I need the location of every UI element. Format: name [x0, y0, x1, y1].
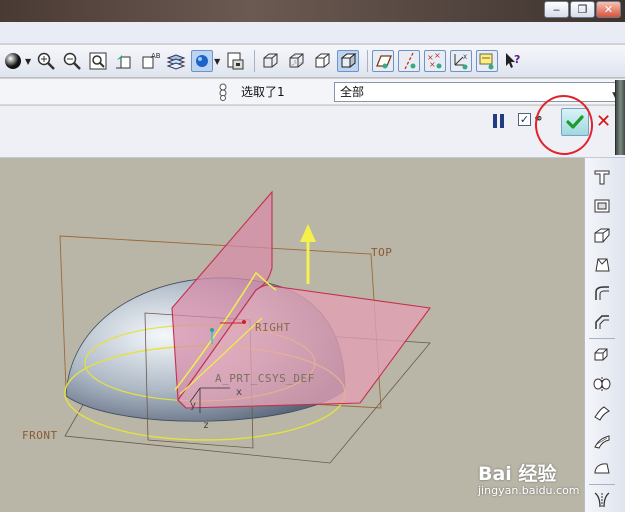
- menu-bar: [0, 22, 625, 44]
- sweep-icon[interactable]: [589, 401, 615, 423]
- csys-label[interactable]: A_PRT_CSYS_DEF: [215, 372, 315, 385]
- svg-text:?: ?: [514, 53, 520, 66]
- csys-y-label: y: [190, 400, 197, 411]
- svg-text:AB: AB: [151, 52, 160, 60]
- chevron-down-icon[interactable]: ▼: [214, 57, 220, 66]
- pause-icon[interactable]: [493, 114, 507, 128]
- zoom-in-icon[interactable]: [35, 50, 57, 72]
- annotations-icon[interactable]: [476, 50, 499, 72]
- chamfer-icon[interactable]: [589, 311, 615, 333]
- datum-label-front[interactable]: FRONT: [22, 429, 58, 442]
- filter-value: 全部: [340, 85, 365, 99]
- shading-sphere-icon[interactable]: [2, 50, 24, 72]
- shell-icon[interactable]: [589, 195, 615, 217]
- selection-filter-icon: [219, 83, 227, 101]
- csys-z-label: z: [203, 420, 210, 431]
- rib-icon[interactable]: [589, 224, 615, 246]
- toolbar-divider: [589, 338, 615, 339]
- layers-icon[interactable]: [165, 50, 187, 72]
- svg-text:×: ×: [434, 51, 441, 60]
- side-scrollbar[interactable]: [615, 80, 625, 155]
- datum-points-icon[interactable]: × × ×: [424, 50, 447, 72]
- app-window: ‒ ❐ ✕ ▼ AB ▼ × × × X ? 选取了1 全部 ✓ ⚭ ✕ TOP…: [0, 0, 625, 512]
- watermark-url: jingyan.baidu.com: [478, 484, 580, 497]
- saved-views-icon[interactable]: AB: [139, 50, 161, 72]
- revolve-icon[interactable]: [589, 372, 615, 394]
- blend-icon[interactable]: [589, 430, 615, 452]
- minimize-button[interactable]: ‒: [544, 1, 569, 18]
- feature-dashboard: ✓ ⚭ ✕: [0, 106, 625, 158]
- boundary-icon[interactable]: [589, 457, 615, 479]
- reorient-icon[interactable]: [113, 50, 135, 72]
- maximize-button[interactable]: ❐: [570, 1, 595, 18]
- toolbar-divider: [254, 50, 256, 72]
- zoom-out-icon[interactable]: [61, 50, 83, 72]
- main-toolbar: ▼ AB ▼ × × × X ?: [0, 45, 625, 78]
- watermark-text: Bai 经验: [478, 463, 557, 485]
- toolbar-divider: [367, 50, 369, 72]
- round-icon[interactable]: [589, 282, 615, 304]
- chevron-down-icon[interactable]: ▼: [25, 57, 31, 66]
- graphics-viewport[interactable]: TOP RIGHT FRONT A_PRT_CSYS_DEF x y z Bai…: [0, 158, 584, 512]
- wireframe-icon[interactable]: [259, 50, 281, 72]
- repaint-icon[interactable]: [224, 50, 246, 72]
- datum-label-top[interactable]: TOP: [371, 246, 392, 259]
- svg-text:X: X: [463, 54, 467, 61]
- display-style-icon[interactable]: [191, 50, 214, 72]
- mirror-icon[interactable]: [589, 488, 615, 510]
- whats-this-icon[interactable]: ?: [502, 50, 524, 72]
- coordinate-systems-icon[interactable]: X: [450, 50, 473, 72]
- refit-icon[interactable]: [87, 50, 109, 72]
- selection-bar: 选取了1 全部 ▼: [0, 79, 625, 105]
- svg-text:×: ×: [429, 60, 436, 69]
- selection-status: 选取了1: [241, 85, 285, 99]
- shaded-icon[interactable]: [337, 50, 360, 72]
- hidden-line-icon[interactable]: [285, 50, 307, 72]
- feature-toolbar: [584, 158, 625, 512]
- hole-icon[interactable]: [589, 166, 615, 188]
- extrude-icon[interactable]: [589, 343, 615, 365]
- draft-icon[interactable]: [589, 253, 615, 275]
- cancel-icon[interactable]: ✕: [596, 111, 611, 132]
- datum-label-right[interactable]: RIGHT: [255, 321, 291, 334]
- datum-planes-icon[interactable]: [372, 50, 395, 72]
- window-controls: ‒ ❐ ✕: [544, 1, 621, 18]
- title-bar: ‒ ❐ ✕: [0, 0, 625, 22]
- datum-axes-icon[interactable]: [398, 50, 421, 72]
- preview-checkbox[interactable]: ✓: [518, 113, 531, 126]
- close-button[interactable]: ✕: [596, 1, 621, 18]
- toolbar-divider: [589, 484, 615, 485]
- csys-x-label: x: [236, 387, 243, 398]
- no-hidden-icon[interactable]: [311, 50, 333, 72]
